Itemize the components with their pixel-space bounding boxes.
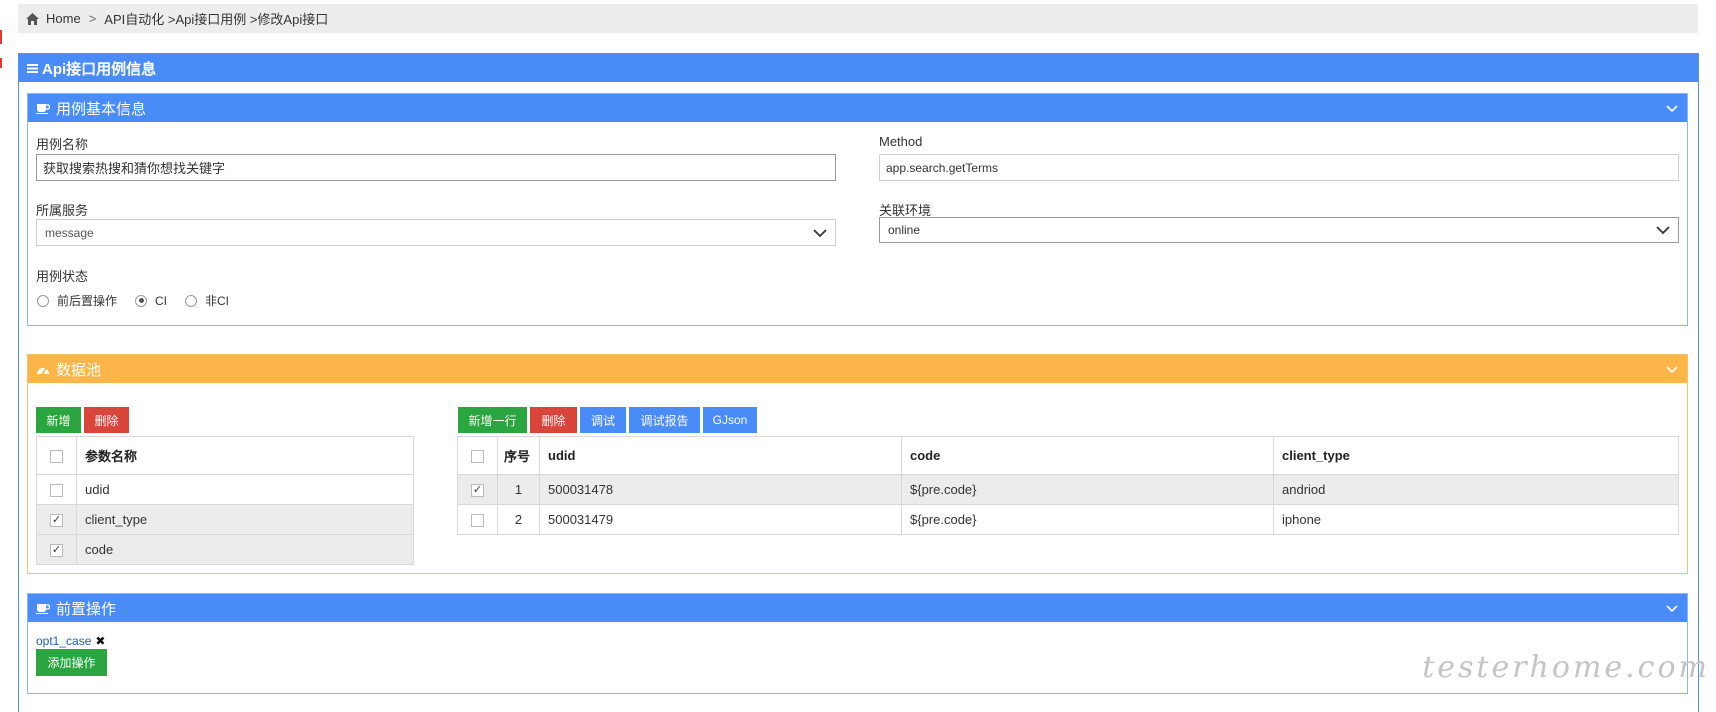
table-row[interactable]: 2 500031479 ${pre.code} iphone	[457, 504, 1679, 535]
row-checkbox[interactable]	[50, 514, 63, 528]
data-pool-section: 数据池 新增 删除 参数名称 udid client_type code	[27, 354, 1688, 574]
method-input[interactable]: app.search.getTerms	[879, 154, 1679, 181]
delete-row-button[interactable]: 删除	[530, 407, 577, 433]
table-row[interactable]: code	[36, 534, 414, 565]
debug-button[interactable]: 调试	[580, 407, 626, 433]
chevron-down-icon	[813, 227, 827, 239]
row-checkbox-cell	[36, 534, 77, 565]
row-checkbox-cell	[457, 474, 498, 505]
table-row[interactable]: 1 500031478 ${pre.code} andriod	[457, 474, 1679, 505]
status-option-label: 非CI	[205, 294, 230, 308]
breadcrumb-home[interactable]: Home	[46, 11, 81, 26]
table-row[interactable]: udid	[36, 474, 414, 505]
data-pool-header[interactable]: 数据池	[28, 355, 1687, 383]
code-cell[interactable]: ${pre.code}	[901, 474, 1274, 505]
service-select-value: message	[45, 225, 94, 240]
code-cell[interactable]: ${pre.code}	[901, 504, 1274, 535]
param-table-header: 参数名称	[36, 436, 414, 475]
add-operation-button[interactable]: 添加操作	[36, 649, 107, 676]
chevron-down-icon[interactable]	[1665, 362, 1679, 376]
gjson-button[interactable]: GJson	[703, 407, 757, 433]
remove-icon[interactable]: ✖	[95, 634, 105, 648]
dashboard-icon	[36, 363, 50, 375]
row-checkbox[interactable]	[471, 514, 484, 528]
radio[interactable]	[185, 294, 198, 307]
watermark: testerhome.com	[1422, 650, 1710, 685]
edge-marker	[0, 30, 2, 44]
select-all-cell	[36, 436, 77, 475]
client-type-cell[interactable]: andriod	[1273, 474, 1679, 505]
case-name-label: 用例名称	[36, 137, 89, 152]
home-icon[interactable]	[26, 12, 40, 25]
status-option-non-ci[interactable]: 非CI	[185, 292, 229, 309]
case-info-panel-title: Api接口用例信息	[42, 60, 157, 78]
delete-param-button[interactable]: 删除	[84, 407, 129, 433]
status-option-label: 前后置操作	[57, 294, 118, 308]
table-row[interactable]: client_type	[36, 504, 414, 535]
param-name-cell: udid	[76, 474, 414, 505]
env-select[interactable]: online	[879, 217, 1679, 243]
bars-icon	[27, 63, 38, 73]
param-name-cell: client_type	[76, 504, 414, 535]
chevron-down-icon[interactable]	[1665, 601, 1679, 615]
status-label: 用例状态	[36, 269, 89, 284]
col-header-udid: udid	[539, 436, 902, 475]
data-table: 序号 udid code client_type 1 500031478 ${p…	[457, 436, 1679, 535]
status-option-label: CI	[155, 293, 168, 308]
status-option-ci[interactable]: CI	[135, 294, 167, 308]
data-table-header: 序号 udid code client_type	[457, 436, 1679, 475]
pre-ops-header[interactable]: 前置操作	[28, 594, 1687, 622]
udid-cell[interactable]: 500031479	[539, 504, 902, 535]
udid-cell[interactable]: 500031478	[539, 474, 902, 505]
env-select-value: online	[888, 223, 921, 237]
row-checkbox-cell	[36, 504, 77, 535]
col-header-client-type: client_type	[1273, 436, 1679, 475]
chevron-down-icon	[1656, 224, 1670, 236]
page: Home > API自动化 >Api接口用例 >修改Api接口 Api接口用例信…	[0, 0, 1716, 712]
case-name-input[interactable]: 获取搜索热搜和猜你想找关键字	[36, 154, 836, 181]
add-param-button[interactable]: 新增	[36, 407, 81, 433]
basic-info-title: 用例基本信息	[56, 100, 147, 118]
coffee-icon	[36, 102, 50, 114]
pre-ops-title: 前置操作	[56, 600, 117, 618]
chevron-down-icon[interactable]	[1665, 101, 1679, 115]
select-all-cell	[457, 436, 498, 475]
pre-op-tag-link[interactable]: opt1_case	[36, 634, 91, 648]
select-all-checkbox[interactable]	[471, 450, 484, 464]
breadcrumb-separator: >	[88, 11, 97, 26]
radio[interactable]	[37, 294, 49, 307]
param-table: 参数名称 udid client_type code	[36, 436, 414, 565]
select-all-checkbox[interactable]	[50, 450, 63, 464]
row-checkbox[interactable]	[471, 484, 484, 498]
breadcrumb: Home > API自动化 >Api接口用例 >修改Api接口	[18, 4, 1698, 33]
radio[interactable]	[135, 294, 148, 307]
index-cell: 2	[497, 504, 540, 535]
param-name-cell: code	[76, 534, 414, 565]
breadcrumb-path[interactable]: API自动化 >Api接口用例 >修改Api接口	[104, 9, 328, 28]
service-select[interactable]: message	[36, 219, 836, 246]
row-checkbox-cell	[36, 474, 77, 505]
service-label: 所属服务	[36, 203, 89, 218]
status-radio-group: 前后置操作 CI 非CI	[37, 292, 247, 309]
row-checkbox[interactable]	[50, 484, 63, 498]
debug-report-button[interactable]: 调试报告	[629, 407, 700, 433]
method-label: Method	[879, 134, 923, 149]
row-checkbox-cell	[457, 504, 498, 535]
index-cell: 1	[497, 474, 540, 505]
param-name-header: 参数名称	[76, 436, 414, 475]
row-checkbox[interactable]	[50, 544, 63, 558]
col-header-index: 序号	[497, 436, 540, 475]
basic-info-section: 用例基本信息 用例名称 获取搜索热搜和猜你想找关键字 Method app.se…	[27, 93, 1688, 326]
basic-info-header[interactable]: 用例基本信息	[28, 94, 1687, 122]
edge-marker	[0, 58, 2, 68]
add-row-button[interactable]: 新增一行	[458, 407, 527, 433]
col-header-code: code	[901, 436, 1274, 475]
client-type-cell[interactable]: iphone	[1273, 504, 1679, 535]
data-pool-title: 数据池	[56, 361, 102, 379]
case-info-panel-header: Api接口用例信息	[19, 54, 1698, 82]
coffee-icon	[36, 602, 50, 614]
status-option-prepost[interactable]: 前后置操作	[37, 292, 117, 309]
pre-op-tag: opt1_case ✖	[36, 634, 105, 648]
